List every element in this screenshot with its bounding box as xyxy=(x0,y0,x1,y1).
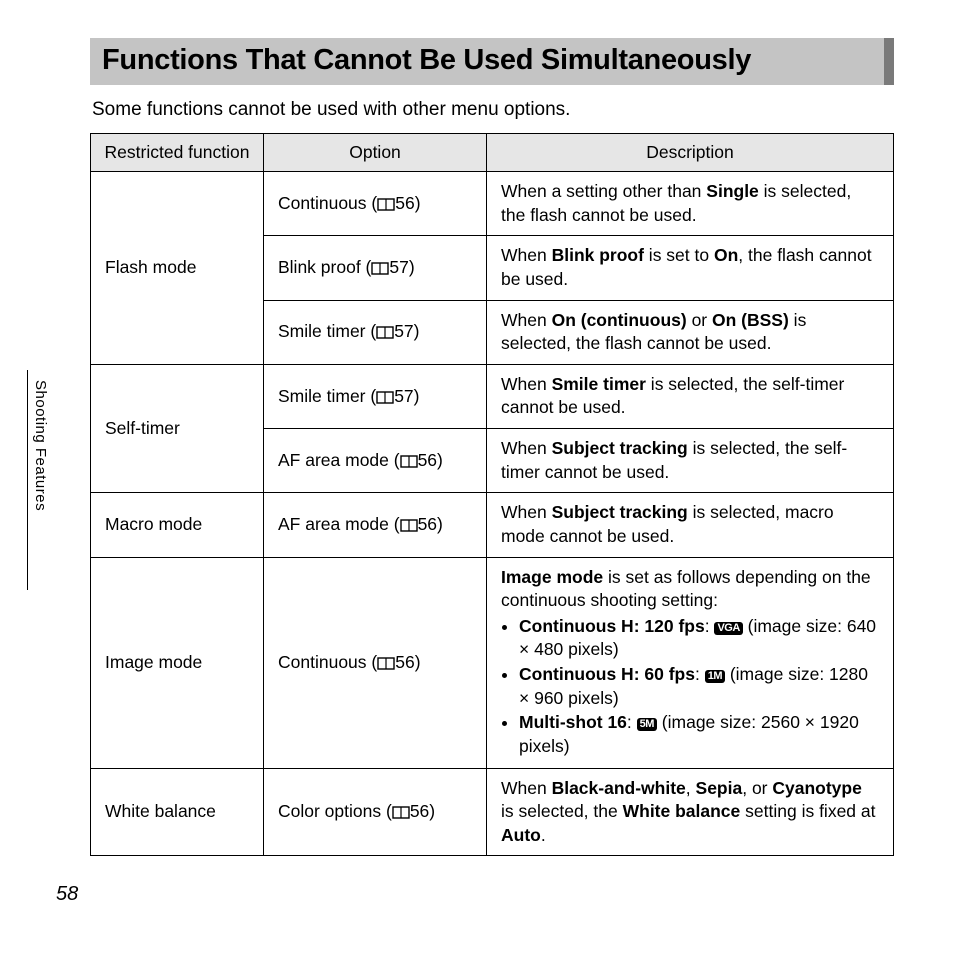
section-side-label: Shooting Features xyxy=(32,380,49,511)
page-title: Functions That Cannot Be Used Simultaneo… xyxy=(90,38,894,85)
table-row: Image mode Continuous (56) Image mode is… xyxy=(91,557,894,768)
option-cell: Color options (56) xyxy=(264,768,487,856)
page-ref-icon xyxy=(371,261,389,275)
1m-badge-icon: 1M xyxy=(705,670,725,683)
option-cell: AF area mode (56) xyxy=(264,493,487,557)
side-tab xyxy=(0,370,28,590)
table-row: Macro mode AF area mode (56) When Subjec… xyxy=(91,493,894,557)
list-item: Continuous H: 60 fps: 1M (image size: 12… xyxy=(519,663,879,710)
list-item: Multi-shot 16: 5M (image size: 2560 × 19… xyxy=(519,711,879,758)
option-cell: AF area mode (56) xyxy=(264,429,487,493)
page-ref-icon xyxy=(400,454,418,468)
page-ref-icon xyxy=(376,390,394,404)
description-cell: When Black-and-white, Sepia, or Cyanotyp… xyxy=(487,768,894,856)
description-cell: When Blink proof is set to On, the flash… xyxy=(487,236,894,300)
page-number: 58 xyxy=(56,883,78,906)
page-ref-icon xyxy=(377,656,395,670)
5m-badge-icon: 5M xyxy=(637,718,657,731)
description-cell: When a setting other than Single is sele… xyxy=(487,172,894,236)
option-cell: Smile timer (57) xyxy=(264,300,487,364)
table-row: Flash mode Continuous (56) When a settin… xyxy=(91,172,894,236)
option-cell: Blink proof (57) xyxy=(264,236,487,300)
option-cell: Continuous (56) xyxy=(264,557,487,768)
table-row: Self-timer Smile timer (57) When Smile t… xyxy=(91,364,894,428)
restricted-imagemode: Image mode xyxy=(91,557,264,768)
table-row: White balance Color options (56) When Bl… xyxy=(91,768,894,856)
page-ref-icon xyxy=(400,518,418,532)
restricted-selftimer: Self-timer xyxy=(91,364,264,493)
vga-badge-icon: VGA xyxy=(714,622,742,635)
restrictions-table: Restricted function Option Description F… xyxy=(90,133,894,856)
intro-text: Some functions cannot be used with other… xyxy=(92,99,892,121)
option-cell: Smile timer (57) xyxy=(264,364,487,428)
col-option: Option xyxy=(264,134,487,172)
description-cell: Image mode is set as follows depending o… xyxy=(487,557,894,768)
list-item: Continuous H: 120 fps: VGA (image size: … xyxy=(519,615,879,662)
page-ref-icon xyxy=(377,197,395,211)
description-cell: When Subject tracking is selected, macro… xyxy=(487,493,894,557)
option-cell: Continuous (56) xyxy=(264,172,487,236)
col-description: Description xyxy=(487,134,894,172)
col-restricted: Restricted function xyxy=(91,134,264,172)
description-cell: When Subject tracking is selected, the s… xyxy=(487,429,894,493)
page-ref-icon xyxy=(376,325,394,339)
restricted-macro: Macro mode xyxy=(91,493,264,557)
restricted-flash: Flash mode xyxy=(91,172,264,365)
page-ref-icon xyxy=(392,805,410,819)
imagemode-list: Continuous H: 120 fps: VGA (image size: … xyxy=(501,615,879,759)
restricted-whitebalance: White balance xyxy=(91,768,264,856)
description-cell: When Smile timer is selected, the self-t… xyxy=(487,364,894,428)
page-content: Functions That Cannot Be Used Simultaneo… xyxy=(0,0,954,896)
description-cell: When On (continuous) or On (BSS) is sele… xyxy=(487,300,894,364)
